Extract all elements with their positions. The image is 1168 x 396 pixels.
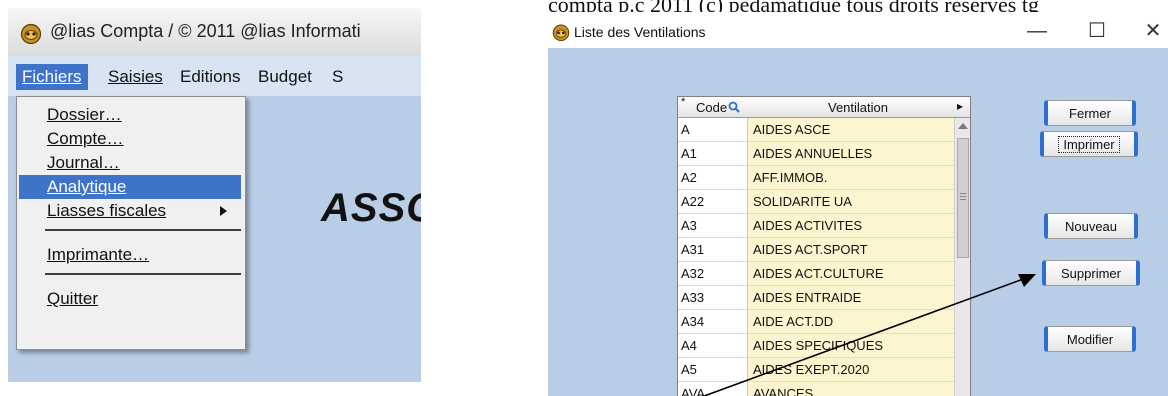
column-header-code[interactable]: Code — [696, 100, 727, 115]
minimize-button[interactable]: — — [1022, 20, 1052, 42]
button-label: Supprimer — [1061, 266, 1121, 281]
window-title: Liste des Ventilations — [574, 24, 706, 40]
menu-s-truncated[interactable]: S — [326, 64, 349, 90]
search-icon[interactable] — [728, 101, 740, 113]
cell-ventilation[interactable]: AIDES ACT.SPORT — [748, 238, 954, 262]
cell-ventilation[interactable]: AIDES ACTIVITES — [748, 214, 954, 238]
button-label: Imprimer — [1058, 136, 1120, 153]
cell-code[interactable]: A2 — [678, 166, 748, 190]
close-button[interactable]: ✕ — [1138, 20, 1168, 42]
menu-saisies[interactable]: Saisies — [102, 64, 169, 90]
menu-item-compte[interactable]: Compte… — [19, 127, 241, 151]
maximize-button[interactable]: ☐ — [1082, 20, 1112, 42]
menu-item-analytique[interactable]: Analytique — [19, 175, 241, 199]
cell-code[interactable]: A3 — [678, 214, 748, 238]
menu-fichiers[interactable]: Fichiers — [16, 64, 88, 90]
table-row[interactable]: A22 SOLIDARITE UA — [678, 190, 954, 214]
annotation-arrow — [701, 274, 1036, 396]
fermer-button[interactable]: Fermer — [1044, 100, 1136, 126]
ventilations-title-bar: Liste des Ventilations — ☐ ✕ — [548, 14, 1168, 48]
cell-ventilation[interactable]: AFF.IMMOB. — [748, 166, 954, 190]
submenu-arrow-icon — [220, 206, 227, 216]
button-label: Modifier — [1066, 332, 1114, 347]
fichiers-dropdown-menu: Dossier… Compte… Journal… Analytique Lia… — [16, 96, 246, 350]
menu-item-journal[interactable]: Journal… — [19, 151, 241, 175]
scroll-up-arrow-icon[interactable] — [958, 122, 968, 130]
column-header-ventilation[interactable]: Ventilation — [828, 100, 888, 115]
cropped-header-text: compta p.c 2011 (c) pédamatique tous dro… — [548, 0, 1168, 12]
cell-code[interactable]: A31 — [678, 238, 748, 262]
table-row[interactable]: A1 AIDES ANNUELLES — [678, 142, 954, 166]
grid-menu-arrow-icon[interactable]: ▸ — [957, 99, 963, 113]
button-label: Nouveau — [1064, 219, 1118, 234]
table-row[interactable]: A2 AFF.IMMOB. — [678, 166, 954, 190]
cell-code[interactable]: A1 — [678, 142, 748, 166]
cell-ventilation[interactable]: AIDES ASCE — [748, 118, 954, 142]
cell-code[interactable]: A22 — [678, 190, 748, 214]
app-logo-icon — [20, 23, 42, 44]
menu-separator — [45, 273, 241, 275]
main-window-title: @lias Compta / © 2011 @lias Informati — [50, 21, 361, 41]
scrollbar-thumb[interactable] — [957, 138, 969, 258]
menu-budget[interactable]: Budget — [252, 64, 318, 90]
grid-corner-marker: * — [681, 96, 686, 108]
association-heading-text: ASSC — [321, 186, 421, 230]
nouveau-button[interactable]: Nouveau — [1044, 213, 1138, 239]
alias-compta-main-window: @lias Compta / © 2011 @lias Informati Fi… — [8, 8, 421, 382]
menu-item-quitter[interactable]: Quitter — [19, 287, 241, 311]
main-title-bar: @lias Compta / © 2011 @lias Informati — [8, 8, 421, 56]
table-row[interactable]: A3 AIDES ACTIVITES — [678, 214, 954, 238]
cell-ventilation[interactable]: AIDES ANNUELLES — [748, 142, 954, 166]
cell-ventilation[interactable]: SOLIDARITE UA — [748, 190, 954, 214]
imprimer-button[interactable]: Imprimer — [1040, 131, 1138, 157]
table-row[interactable]: A31 AIDES ACT.SPORT — [678, 238, 954, 262]
grid-header: * Code Ventilation ▸ — [678, 97, 970, 118]
menu-bar: Fichiers Saisies Editions Budget S — [8, 56, 421, 96]
menu-item-liasses-fiscales[interactable]: Liasses fiscales — [19, 199, 241, 223]
app-logo-icon — [552, 24, 570, 41]
button-label: Fermer — [1069, 106, 1111, 121]
cell-code[interactable]: A — [678, 118, 748, 142]
menu-item-dossier[interactable]: Dossier… — [19, 103, 241, 127]
table-row[interactable]: A AIDES ASCE — [678, 118, 954, 142]
menu-editions[interactable]: Editions — [174, 64, 246, 90]
menu-separator — [45, 229, 241, 231]
menu-item-imprimante[interactable]: Imprimante… — [19, 243, 241, 267]
